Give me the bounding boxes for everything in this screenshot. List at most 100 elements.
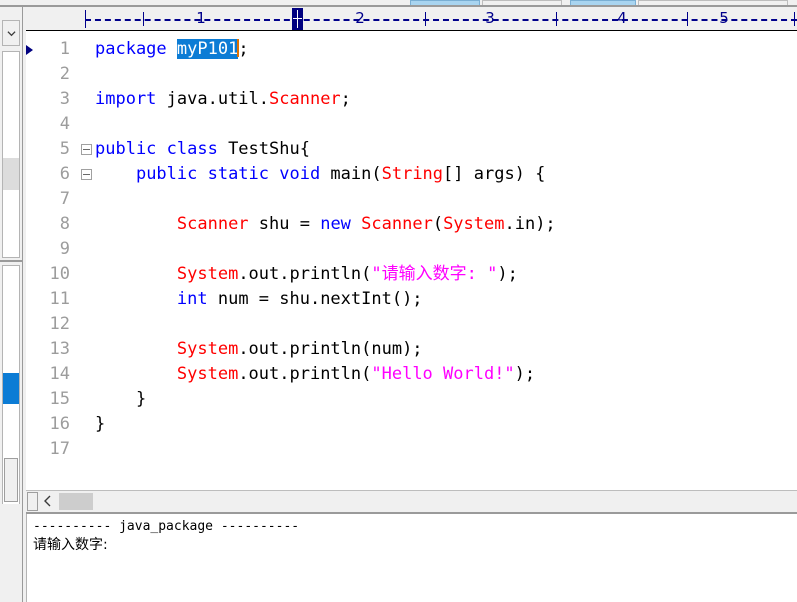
code-token: .out.println(	[238, 264, 372, 284]
ruler-number-1: 1	[196, 9, 206, 27]
code-token: Scanner	[269, 89, 341, 109]
code-line-5[interactable]: public class TestShu{	[95, 137, 310, 162]
line-number-14: 14	[49, 364, 70, 384]
code-text-area[interactable]: package myP101; import java.util.Scanner;…	[95, 31, 797, 490]
console-text: ---------- java_package ---------- 请输入数字…	[33, 518, 299, 555]
navigator-list-upper[interactable]	[2, 51, 20, 258]
code-token: ;	[340, 89, 351, 109]
line-number-gutter: 1 2 3 4 5 6 7 8 9 10 11 12 13 14 15 16 17	[26, 31, 78, 490]
line-number-9: 9	[59, 239, 70, 259]
code-token: );	[514, 364, 536, 384]
code-token: public static void	[135, 164, 331, 184]
ruler-caret-plus-horizontal	[293, 18, 302, 19]
navigator-vertical-thumb[interactable]	[4, 458, 18, 502]
code-token: .out.println(	[238, 364, 372, 384]
code-token: .out.println(num);	[238, 339, 423, 359]
code-line-6[interactable]: public static void main(String[] args) {	[95, 162, 545, 187]
editor-tab-strip	[0, 0, 797, 7]
horizontal-scroll-thumb[interactable]	[59, 493, 93, 510]
code-token: }	[95, 414, 106, 434]
code-token: shu =	[248, 214, 321, 234]
ruler-tick-half-4	[687, 12, 688, 26]
code-line-11[interactable]: int num = shu.nextInt();	[95, 287, 423, 312]
code-line-8[interactable]: Scanner shu = new Scanner(System.in);	[95, 212, 556, 237]
navigator-list-lower[interactable]	[2, 265, 20, 504]
console-output-panel[interactable]: ---------- java_package ---------- 请输入数字…	[26, 514, 797, 602]
code-pane[interactable]: 1 2 3 4 5 6 7 8 9 10 11 12 13 14 15 16 17 package myP101…	[26, 31, 797, 490]
line-number-11: 11	[49, 289, 70, 309]
line-number-6: 6	[59, 164, 70, 184]
line-number-7: 7	[59, 189, 70, 209]
ruler-caret-marker	[292, 8, 303, 30]
minus-icon	[83, 174, 90, 175]
code-token: "Hello World!"	[371, 364, 515, 384]
code-token: .in);	[504, 214, 556, 234]
line-number-15: 15	[49, 389, 70, 409]
code-folding-column[interactable]	[78, 31, 95, 490]
ruler-caret-plus-vertical	[297, 10, 298, 28]
code-token: String	[381, 164, 444, 184]
scroll-down-button[interactable]	[2, 20, 20, 46]
line-number-10: 10	[49, 264, 70, 284]
line-number-8: 8	[59, 214, 70, 234]
ruler-number-4: 4	[617, 9, 627, 27]
code-token: );	[497, 264, 518, 284]
line-number-5: 5	[59, 139, 70, 159]
code-token: public class	[95, 139, 229, 159]
code-token: "请输入数字: "	[371, 264, 498, 284]
ide-window: 1 2 3 4 5 1 2 3 4 5 6 7 8 9 10 11 12 13 14 15 16 17 pack…	[0, 0, 797, 602]
code-token: num = shu.nextInt();	[207, 289, 423, 309]
scrollbar-grip[interactable]	[27, 492, 38, 511]
fold-toggle-line-5[interactable]	[81, 144, 92, 155]
code-token: java.util.	[166, 89, 270, 109]
navigator-selected-item[interactable]	[3, 373, 19, 404]
code-token: package	[95, 39, 177, 59]
minus-icon	[83, 149, 90, 150]
code-token: main(	[330, 164, 382, 184]
code-line-1[interactable]: package myP101;	[95, 37, 249, 62]
code-token: int	[176, 289, 208, 309]
code-line-15[interactable]: }	[95, 387, 146, 412]
line-number-4: 4	[59, 114, 70, 134]
ruler-number-3: 3	[485, 9, 495, 27]
navigator-divider	[0, 260, 22, 262]
code-token: [] args) {	[443, 164, 546, 184]
line-number-13: 13	[49, 339, 70, 359]
console-line-1: ---------- java_package ----------	[33, 519, 300, 534]
chevron-left-icon[interactable]	[43, 495, 52, 507]
column-ruler[interactable]: 1 2 3 4 5	[26, 7, 797, 31]
code-line-14[interactable]: System.out.println("Hello World!");	[95, 362, 535, 387]
ruler-tick-half-1	[143, 12, 144, 26]
code-line-10[interactable]: System.out.println("请输入数字: ");	[95, 262, 518, 287]
ruler-number-2: 2	[355, 9, 365, 27]
code-line-3[interactable]: import java.util.Scanner;	[95, 87, 351, 112]
ruler-tick-half-5	[794, 12, 795, 26]
ruler-dashed-line	[85, 19, 797, 21]
code-token: Scanner	[176, 214, 249, 234]
line-number-3: 3	[59, 89, 70, 109]
fold-toggle-line-6[interactable]	[81, 169, 92, 180]
selected-text: myP101	[176, 39, 239, 59]
code-token: TestShu{	[228, 139, 310, 159]
current-line-marker-icon	[26, 45, 33, 55]
line-number-16: 16	[49, 414, 70, 434]
code-token: new	[320, 214, 362, 234]
code-token: System	[443, 214, 505, 234]
editor-horizontal-scrollbar[interactable]	[26, 490, 797, 512]
ruler-tick-half-3	[556, 12, 557, 26]
code-line-16[interactable]: }	[95, 412, 105, 437]
line-number-12: 12	[49, 314, 70, 334]
left-navigator-panel	[0, 7, 22, 602]
code-line-13[interactable]: System.out.println(num);	[95, 337, 423, 362]
navigator-scroll-thumb[interactable]	[3, 158, 19, 190]
line-number-2: 2	[59, 64, 70, 84]
code-token: import	[95, 89, 167, 109]
code-token: System	[176, 264, 239, 284]
code-token: (	[432, 214, 444, 234]
line-number-17: 17	[49, 439, 70, 459]
